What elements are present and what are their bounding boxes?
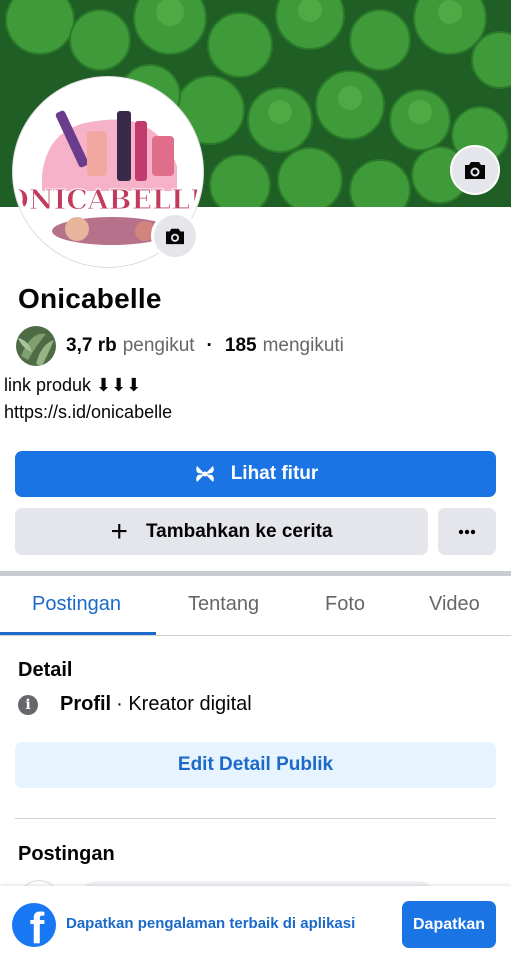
more-icon (458, 529, 476, 534)
view-features-button[interactable]: Lihat fitur (15, 451, 496, 497)
tab-posts[interactable]: Postingan (32, 593, 121, 616)
info-icon: i (18, 694, 38, 715)
tab-photos[interactable]: Foto (325, 593, 365, 616)
feature-icon (193, 462, 217, 486)
follower-avatar-image (16, 326, 56, 366)
avatar-camera-button[interactable] (151, 212, 199, 260)
follower-avatar (16, 326, 56, 366)
camera-icon (166, 228, 184, 245)
posts-heading: Postingan (18, 843, 115, 865)
stats-separator: · (206, 335, 213, 356)
profile-name: Onicabelle (18, 283, 162, 314)
get-app-button[interactable]: Dapatkan (402, 901, 496, 948)
bio-link[interactable]: https://s.id/onicabelle (4, 399, 172, 426)
profile-bio: link produk ⬇⬇⬇ https://s.id/onicabelle (4, 372, 172, 426)
tab-videos[interactable]: Video (429, 593, 480, 616)
add-to-story-button[interactable]: + Tambahkan ke cerita (15, 508, 428, 555)
profile-avatar-wrapper: ONICABELLE (13, 77, 209, 267)
bio-line-1: link produk ⬇⬇⬇ (4, 375, 142, 395)
facebook-logo-letter: f (29, 904, 45, 948)
following-label[interactable]: mengikuti (263, 335, 344, 357)
profile-stats: 3,7 rb pengikut · 185 mengikuti (16, 326, 344, 366)
add-to-story-label: Tambahkan ke cerita (145, 520, 333, 542)
followers-count[interactable]: 3,7 rb (66, 335, 117, 357)
view-features-label: Lihat fitur (230, 463, 319, 484)
followers-label[interactable]: pengikut (123, 335, 195, 357)
detail-type-label: Profil (60, 693, 112, 715)
edit-public-details-button[interactable]: Edit Detail Publik (15, 742, 496, 788)
detail-type-value: · Kreator digital (116, 693, 252, 715)
details-divider (15, 818, 496, 819)
cover-camera-button[interactable] (450, 145, 500, 195)
active-tab-indicator (0, 632, 156, 635)
app-download-banner: f Dapatkan pengalaman terbaik di aplikas… (0, 886, 511, 960)
more-options-button[interactable] (438, 508, 496, 555)
facebook-logo-icon: f (12, 903, 56, 947)
detail-profile-type: i Profil · Kreator digital (18, 693, 252, 716)
details-heading: Detail (18, 659, 73, 681)
app-banner-text[interactable]: Dapatkan pengalaman terbaik di aplikasi (66, 915, 355, 932)
following-count[interactable]: 185 (225, 335, 257, 357)
tab-about[interactable]: Tentang (188, 593, 259, 616)
profile-tabs: Postingan Tentang Foto Video (0, 576, 511, 636)
plus-icon: + (110, 514, 128, 548)
camera-icon (465, 162, 485, 179)
